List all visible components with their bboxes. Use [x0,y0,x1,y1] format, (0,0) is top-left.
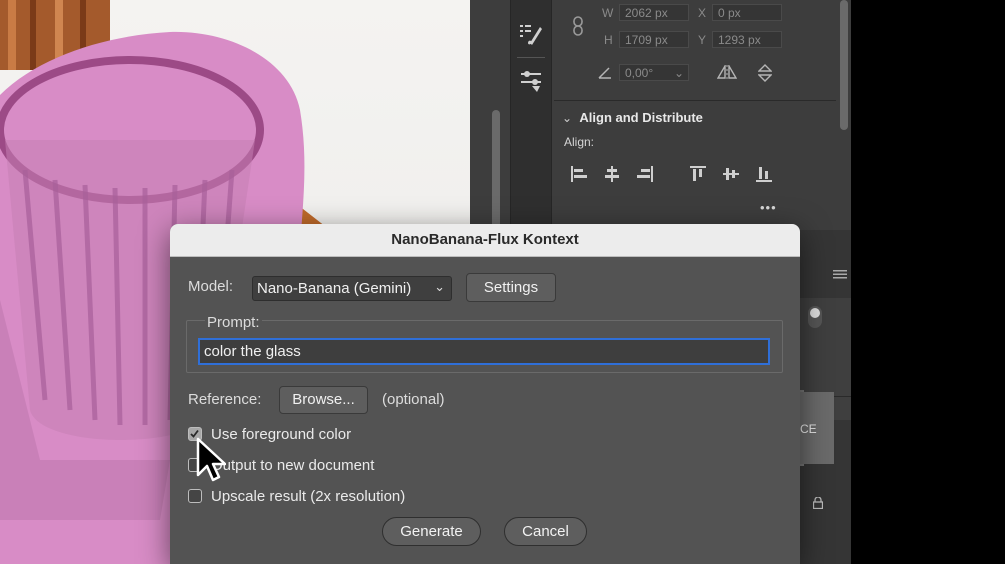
align-section-header[interactable]: ⌄ Align and Distribute [562,110,762,125]
settings-button[interactable]: Settings [466,273,556,302]
canvas-scrollbar[interactable] [492,110,500,230]
mouse-cursor-icon [196,437,227,488]
browse-button[interactable]: Browse... [279,386,368,414]
lock-icon[interactable] [812,496,824,510]
x-field[interactable]: 0 px [712,4,782,21]
output-new-doc-label[interactable]: Output to new document [211,457,374,474]
flip-horizontal-icon[interactable] [716,63,738,82]
layers-panel-edge: CE [800,230,851,564]
align-right-icon[interactable] [635,164,655,184]
outside-panel [851,0,1005,564]
panel-scrollbar[interactable] [840,0,848,130]
panel-toolbar [510,0,552,230]
align-label: Align: [564,135,595,149]
model-label: Model: [188,278,234,295]
panel-menu-icon[interactable] [833,266,847,279]
upscale-label[interactable]: Upscale result (2x resolution) [211,488,405,505]
brush-settings-icon[interactable] [515,18,547,50]
align-top-icon[interactable] [688,164,708,184]
generate-button[interactable]: Generate [382,517,481,546]
more-options-icon[interactable]: ••• [760,200,777,215]
prompt-input[interactable]: color the glass [198,338,770,365]
properties-panel: W 2062 px X 0 px H 1709 px Y 1293 px 0,0… [554,0,836,230]
link-icon[interactable] [572,16,584,39]
optional-note: (optional) [382,391,445,408]
prompt-label: Prompt: [205,314,262,331]
align-center-icon[interactable] [602,164,622,184]
align-bottom-icon[interactable] [754,164,774,184]
height-label: H [604,33,613,47]
upscale-checkbox[interactable] [188,489,202,503]
height-field[interactable]: 1709 px [619,31,689,48]
dialog-title: NanoBanana-Flux Kontext [170,224,800,257]
use-foreground-label[interactable]: Use foreground color [211,426,351,443]
angle-value: 0,00° [625,66,654,80]
reference-label: Reference: [188,391,262,408]
width-label: W [602,6,614,20]
flip-vertical-icon[interactable] [757,64,773,85]
cancel-button[interactable]: Cancel [504,517,587,546]
chevron-down-icon: ⌄ [562,111,573,125]
width-field[interactable]: 2062 px [619,4,689,21]
model-select[interactable]: Nano-Banana (Gemini) ⌄ [252,276,452,301]
layer-thumb[interactable]: CE [800,392,834,464]
toggle-icon[interactable] [808,306,822,328]
model-value: Nano-Banana (Gemini) [257,280,412,297]
angle-icon [597,66,613,83]
chevron-down-icon[interactable]: ⌄ [674,65,684,82]
truncated-layer-text: CE [800,422,817,436]
align-left-icon[interactable] [569,164,589,184]
chevron-down-icon: ⌄ [434,279,445,294]
y-field[interactable]: 1293 px [712,31,782,48]
align-section-title: Align and Distribute [579,110,703,125]
nanobanana-dialog: NanoBanana-Flux Kontext Model: Nano-Bana… [170,224,800,564]
adjustments-icon[interactable] [515,64,547,96]
angle-field[interactable]: 0,00° ⌄ [619,64,689,81]
y-label: Y [698,33,707,47]
x-label: X [698,6,707,20]
align-middle-icon[interactable] [721,164,741,184]
